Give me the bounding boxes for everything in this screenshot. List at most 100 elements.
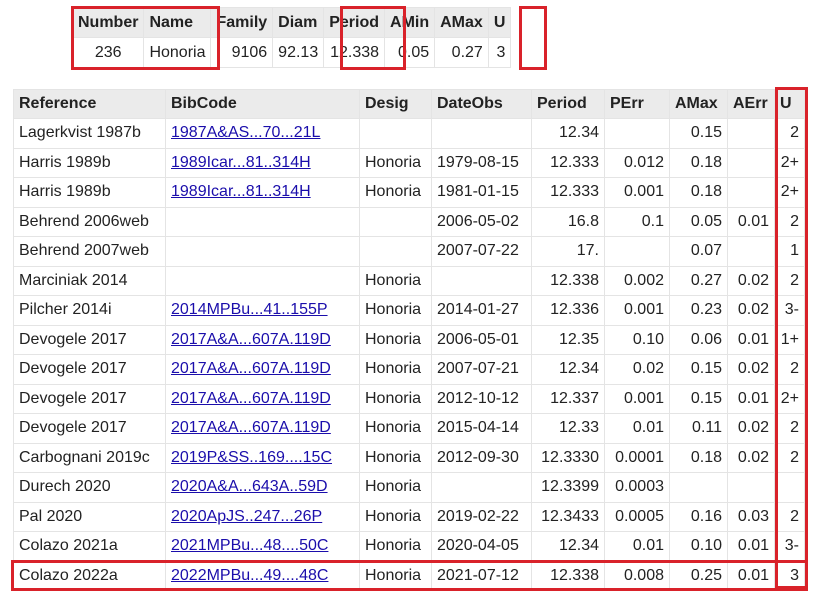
period-cell: 12.333 [531,147,605,178]
header-desig: Desig [359,89,432,119]
table-row: Marciniak 2014 Honoria 12.338 0.002 0.27 0.02… [13,265,805,296]
summary-amin: 0.05 [384,37,436,68]
summary-number: 236 [71,37,145,68]
bibcode-link[interactable]: 2017A&A...607A.119D [171,331,331,348]
bibcode-cell: 2017A&A...607A.119D [165,383,360,414]
u-cell: 2 [774,501,805,532]
period-cell: 12.337 [531,383,605,414]
period-cell: 12.333 [531,177,605,208]
perr-cell: 0.10 [604,324,670,355]
u-cell: 2+ [774,147,805,178]
bibcode-link[interactable]: 2020ApJS..247...26P [171,508,322,525]
amax-cell: 0.07 [669,236,728,267]
bibcode-cell [165,206,360,237]
dateobs-cell: 1981-01-15 [431,177,532,208]
perr-cell: 0.001 [604,295,670,326]
desig-cell: Honoria [359,442,432,473]
bibcode-link[interactable]: 2017A&A...607A.119D [171,390,331,407]
desig-cell: Honoria [359,324,432,355]
bibcode-link[interactable]: 2021MPBu...48....50C [171,537,328,554]
u-cell: 2 [774,206,805,237]
reference-cell: Pal 2020 [13,501,166,532]
summary-value-row: 236 Honoria 9106 92.13 12.338 0.05 0.27 … [71,37,512,68]
desig-cell: Honoria [359,413,432,444]
reference-cell: Durech 2020 [13,472,166,503]
reference-cell: Devogele 2017 [13,324,166,355]
table-row: Behrend 2007web 2007-07-22 17. 0.07 1 [13,236,805,267]
highlight-summary-u [519,6,547,70]
bibcode-link[interactable]: 2019P&SS..169....15C [171,449,332,466]
reference-cell: Harris 1989b [13,177,166,208]
bibcode-link[interactable]: 1989Icar...81..314H [171,183,311,200]
desig-cell: Honoria [359,265,432,296]
bibcode-cell: 1987A&AS...70...21L [165,118,360,149]
desig-cell: Honoria [359,531,432,562]
bibcode-link[interactable]: 2014MPBu...41..155P [171,301,328,318]
references-body: Lagerkvist 1987b 1987A&AS...70...21L 12.34… [13,118,805,591]
summary-family: 9106 [210,37,274,68]
perr-cell: 0.02 [604,354,670,385]
period-cell: 12.34 [531,118,605,149]
dateobs-cell: 2007-07-21 [431,354,532,385]
u-cell: 3- [774,531,805,562]
table-row: Lagerkvist 1987b 1987A&AS...70...21L 12.34… [13,118,805,149]
bibcode-cell: 2017A&A...607A.119D [165,324,360,355]
table-row: Devogele 2017 2017A&A...607A.119D Honoria 2… [13,413,805,444]
perr-cell: 0.01 [604,531,670,562]
aerr-cell: 0.03 [727,501,775,532]
period-cell: 12.338 [531,265,605,296]
amax-cell: 0.06 [669,324,728,355]
aerr-cell [727,177,775,208]
aerr-cell: 0.02 [727,295,775,326]
bibcode-link[interactable]: 1989Icar...81..314H [171,154,311,171]
amax-cell: 0.15 [669,383,728,414]
bibcode-link[interactable]: 2022MPBu...49....48C [171,567,328,584]
aerr-cell: 0.02 [727,354,775,385]
table-row: Harris 1989b 1989Icar...81..314H Honoria 19… [13,147,805,178]
bibcode-link[interactable]: 2017A&A...607A.119D [171,419,331,436]
dateobs-cell: 2012-10-12 [431,383,532,414]
bibcode-link[interactable]: 2017A&A...607A.119D [171,360,331,377]
reference-cell: Behrend 2007web [13,236,166,267]
perr-cell: 0.0003 [604,472,670,503]
amax-cell [669,472,728,503]
summary-header-name: Name [143,7,212,38]
bibcode-cell: 2020ApJS..247...26P [165,501,360,532]
dateobs-cell: 2021-07-12 [431,560,532,591]
desig-cell: Honoria [359,354,432,385]
dateobs-cell: 2012-09-30 [431,442,532,473]
period-cell: 12.33 [531,413,605,444]
amax-cell: 0.16 [669,501,728,532]
period-cell: 12.336 [531,295,605,326]
aerr-cell [727,118,775,149]
period-cell: 12.34 [531,531,605,562]
reference-cell: Colazo 2022a [13,560,166,591]
bibcode-link[interactable]: 2020A&A...643A..59D [171,478,328,495]
bibcode-link[interactable]: 1987A&AS...70...21L [171,124,320,141]
u-cell: 1+ [774,324,805,355]
header-aerr: AErr [727,89,775,119]
dateobs-cell: 1979-08-15 [431,147,532,178]
reference-cell: Carbognani 2019c [13,442,166,473]
perr-cell [604,118,670,149]
u-cell: 2 [774,265,805,296]
u-cell: 2 [774,118,805,149]
reference-cell: Harris 1989b [13,147,166,178]
table-row: Durech 2020 2020A&A...643A..59D Honoria 12.… [13,472,805,503]
header-reference: Reference [13,89,166,119]
header-bibcode: BibCode [165,89,360,119]
amax-cell: 0.05 [669,206,728,237]
amax-cell: 0.18 [669,147,728,178]
summary-header-row: Number Name Family Diam Period AMin AMax… [71,7,512,38]
reference-cell: Colazo 2021a [13,531,166,562]
perr-cell: 0.1 [604,206,670,237]
table-row: Colazo 2022a 2022MPBu...49....48C Honoria 2… [13,560,805,591]
header-period: Period [531,89,605,119]
dateobs-cell: 2019-02-22 [431,501,532,532]
dateobs-cell: 2015-04-14 [431,413,532,444]
header-amax: AMax [669,89,728,119]
dateobs-cell [431,118,532,149]
bibcode-cell: 2017A&A...607A.119D [165,354,360,385]
amax-cell: 0.18 [669,442,728,473]
bibcode-cell: 1989Icar...81..314H [165,147,360,178]
